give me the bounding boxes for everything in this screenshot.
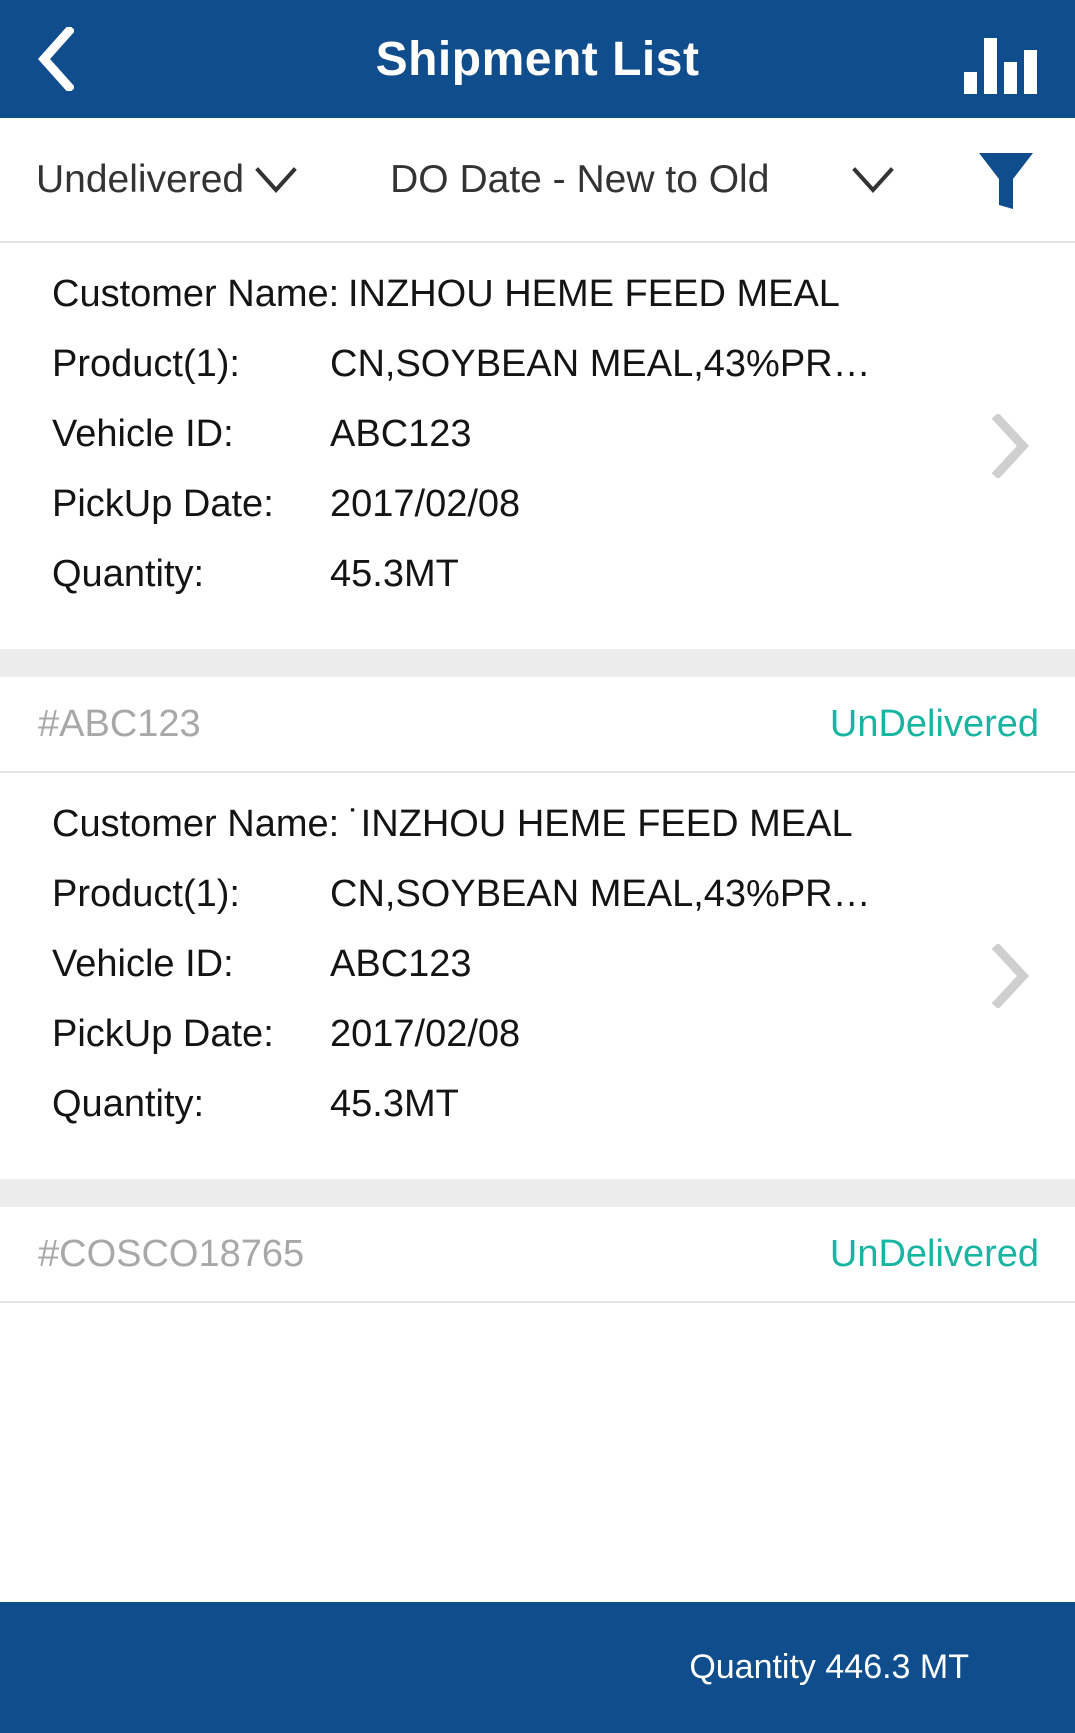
bar-chart-icon-bar-2 bbox=[983, 38, 997, 94]
shipment-card-body[interactable]: Customer Name: ˙INZHOU HEME FEED MEAL Pr… bbox=[0, 773, 1075, 1179]
chevron-right-icon bbox=[991, 414, 1030, 478]
shipment-id: #COSCO18765 bbox=[38, 1232, 305, 1275]
vehicle-id-label: Vehicle ID: bbox=[52, 413, 234, 455]
customer-name-row: Customer Name: ˙INZHOU HEME FEED MEAL bbox=[0, 803, 1075, 873]
quantity-value: 45.3MT bbox=[330, 1083, 459, 1125]
vehicle-id-row: Vehicle ID: ABC123 bbox=[0, 413, 1075, 483]
total-quantity-label: Quantity 446.3 MT bbox=[689, 1648, 969, 1686]
quantity-label: Quantity: bbox=[52, 1083, 205, 1125]
status-filter-label: Undelivered bbox=[36, 157, 245, 201]
shipment-list: Customer Name: INZHOU HEME FEED MEAL Pro… bbox=[0, 243, 1075, 1303]
bar-chart-icon-bar-1 bbox=[963, 72, 977, 94]
pickup-date-row: PickUp Date: 2017/02/08 bbox=[0, 1013, 1075, 1083]
app-bar: Shipment List bbox=[0, 0, 1075, 118]
quantity-label: Quantity: bbox=[52, 553, 205, 595]
vehicle-id-label: Vehicle ID: bbox=[52, 943, 234, 985]
product-row: Product(1): CN,SOYBEAN MEAL,43%PRO,7… bbox=[0, 873, 1075, 943]
shipment-card[interactable]: Customer Name: ˙INZHOU HEME FEED MEAL Pr… bbox=[0, 773, 1075, 1179]
list-separator bbox=[0, 1179, 1075, 1207]
shipment-status-row[interactable]: #ABC123 UnDelivered bbox=[0, 677, 1075, 773]
vehicle-id-value: ABC123 bbox=[330, 943, 472, 985]
quantity-value: 45.3MT bbox=[330, 553, 459, 595]
chevron-down-icon bbox=[852, 166, 895, 193]
vehicle-id-value: ABC123 bbox=[330, 413, 472, 455]
chevron-right-icon bbox=[991, 944, 1030, 1008]
bar-chart-icon-bar-3 bbox=[1003, 62, 1017, 94]
customer-name-label: Customer Name: bbox=[52, 273, 340, 315]
pickup-date-label: PickUp Date: bbox=[52, 483, 274, 525]
back-button[interactable] bbox=[38, 19, 108, 99]
product-label: Product(1): bbox=[52, 873, 240, 915]
shipment-card[interactable]: Customer Name: INZHOU HEME FEED MEAL Pro… bbox=[0, 243, 1075, 649]
page-title: Shipment List bbox=[375, 32, 700, 86]
chevron-down-icon bbox=[255, 166, 297, 193]
list-separator bbox=[0, 649, 1075, 677]
open-shipment-detail-button[interactable] bbox=[987, 411, 1033, 481]
pickup-date-value: 2017/02/08 bbox=[330, 483, 521, 525]
chevron-left-icon bbox=[38, 27, 74, 91]
customer-name-label: Customer Name: bbox=[52, 803, 340, 845]
product-label: Product(1): bbox=[52, 343, 240, 385]
vehicle-id-row: Vehicle ID: ABC123 bbox=[0, 943, 1075, 1013]
footer-total-bar: Quantity 446.3 MT bbox=[0, 1602, 1075, 1733]
status-badge: UnDelivered bbox=[829, 702, 1039, 745]
bar-chart-icon-bar-4 bbox=[1023, 50, 1037, 94]
shipment-id: #ABC123 bbox=[38, 702, 201, 745]
shipment-status-row[interactable]: #COSCO18765 UnDelivered bbox=[0, 1207, 1075, 1303]
pickup-date-label: PickUp Date: bbox=[52, 1013, 274, 1055]
product-value: CN,SOYBEAN MEAL,43%PRO,7… bbox=[330, 873, 890, 915]
bar-chart-button[interactable] bbox=[963, 24, 1037, 94]
pickup-date-value: 2017/02/08 bbox=[330, 1013, 521, 1055]
funnel-icon bbox=[979, 152, 1033, 209]
customer-name-value: INZHOU HEME FEED MEAL bbox=[348, 273, 840, 315]
filter-bar: Undelivered DO Date - New to Old bbox=[0, 118, 1075, 243]
open-shipment-detail-button[interactable] bbox=[987, 941, 1033, 1011]
filter-button[interactable] bbox=[971, 144, 1041, 216]
product-value: CN,SOYBEAN MEAL,43%PRO,7… bbox=[330, 343, 890, 385]
quantity-row: Quantity: 45.3MT bbox=[0, 553, 1075, 623]
shipment-card-body[interactable]: Customer Name: INZHOU HEME FEED MEAL Pro… bbox=[0, 243, 1075, 649]
quantity-row: Quantity: 45.3MT bbox=[0, 1083, 1075, 1153]
sort-filter-label: DO Date - New to Old bbox=[390, 157, 770, 201]
pickup-date-row: PickUp Date: 2017/02/08 bbox=[0, 483, 1075, 553]
customer-name-row: Customer Name: INZHOU HEME FEED MEAL bbox=[0, 273, 1075, 343]
product-row: Product(1): CN,SOYBEAN MEAL,43%PRO,7… bbox=[0, 343, 1075, 413]
status-badge: UnDelivered bbox=[829, 1232, 1039, 1275]
customer-name-value: ˙INZHOU HEME FEED MEAL bbox=[348, 803, 853, 845]
sort-filter-dropdown[interactable]: DO Date - New to Old bbox=[390, 158, 971, 202]
status-filter-dropdown[interactable]: Undelivered bbox=[36, 158, 298, 202]
